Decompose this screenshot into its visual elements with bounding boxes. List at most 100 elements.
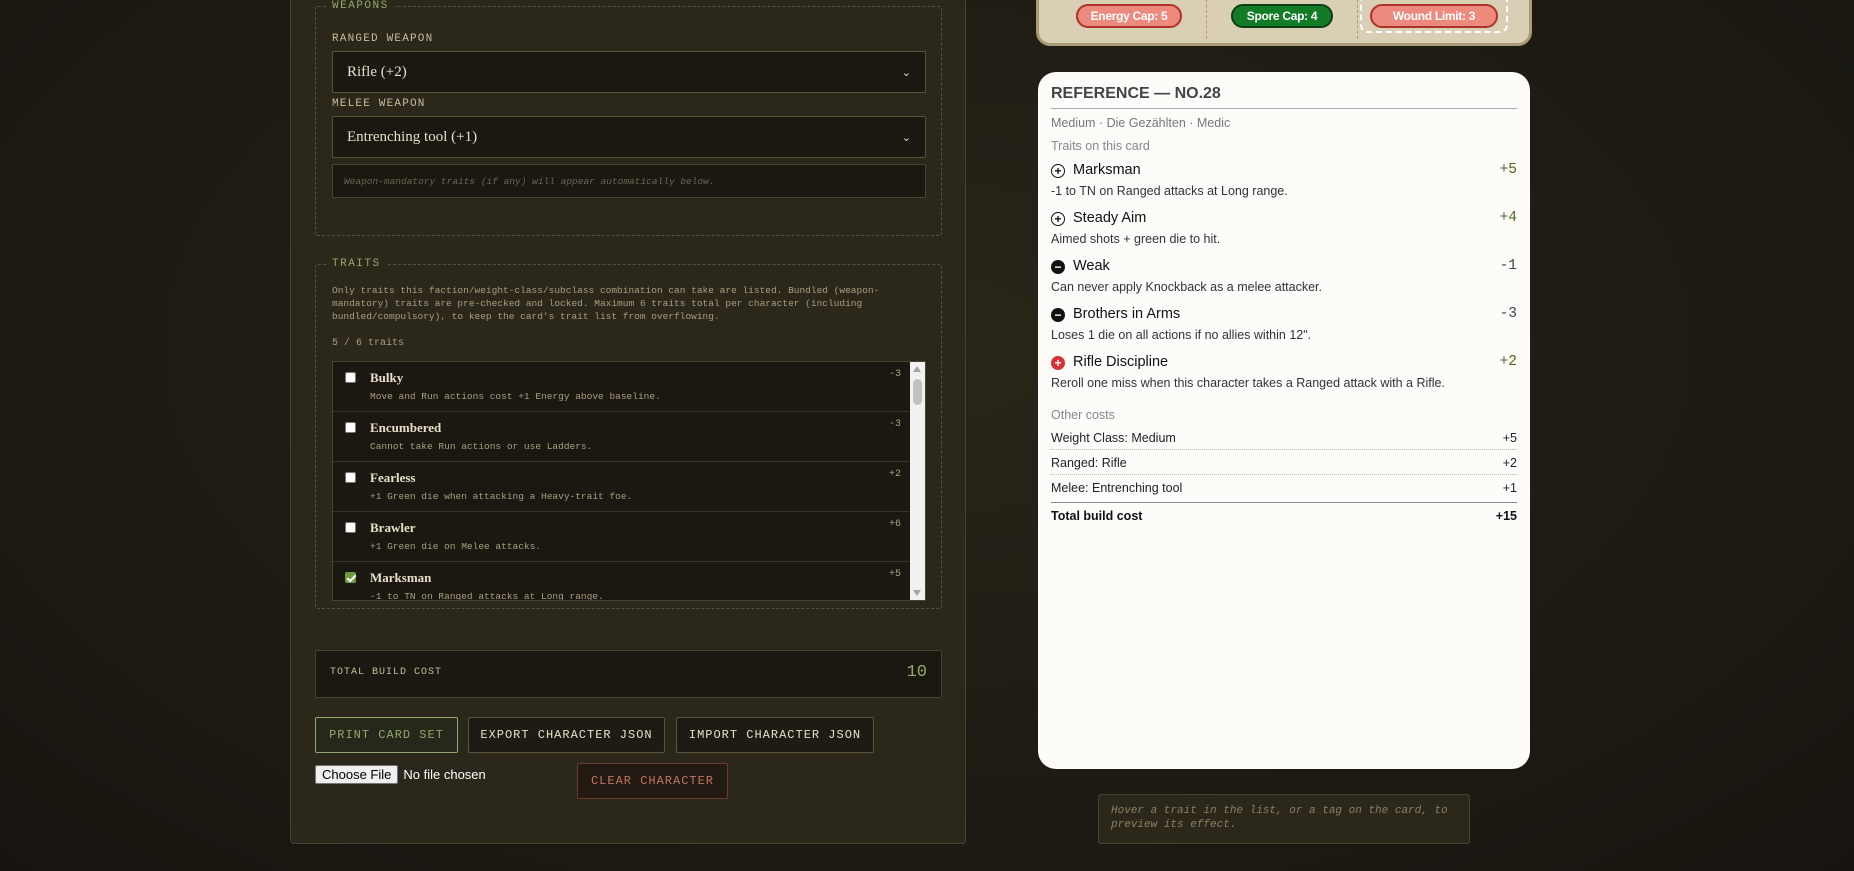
trait-name: Marksman: [370, 570, 432, 585]
ref-trait-name: Marksman: [1073, 162, 1141, 178]
weapons-legend: WEAPONS: [332, 0, 389, 12]
other-cost-value: +2: [1502, 456, 1517, 470]
ref-trait-cost: +4: [1499, 210, 1517, 226]
other-cost-row: Weight Class: Medium +5: [1051, 426, 1517, 450]
weapons-section: WEAPONS RANGED WEAPON Rifle (+2) ⌄ MELEE…: [315, 0, 942, 236]
other-cost-value: +5: [1502, 431, 1517, 445]
other-cost-value: +1: [1502, 481, 1517, 495]
total-build-cost: TOTAL BUILD COST 10: [315, 650, 942, 698]
scroll-up-icon[interactable]: [913, 366, 921, 372]
ref-trait-desc: Reroll one miss when this character take…: [1051, 376, 1445, 390]
ranged-weapon-label: RANGED WEAPON: [332, 33, 434, 45]
trait-item-brawler[interactable]: Brawler +1 Green die on Melee attacks. +…: [333, 512, 909, 562]
spore-cap-badge[interactable]: Spore Cap: 4: [1231, 4, 1333, 28]
wound-limit-badge[interactable]: Wound Limit: 3: [1370, 4, 1498, 28]
traits-description: Only traits this faction/weight-class/su…: [332, 285, 880, 322]
reference-card: REFERENCE — NO.28 Medium · Die Gezählten…: [1038, 72, 1530, 769]
print-card-set-button[interactable]: PRINT CARD SET: [315, 717, 458, 753]
plus-circle-icon: +: [1051, 164, 1065, 178]
ref-trait-name: Brothers in Arms: [1073, 306, 1181, 322]
other-cost-label: Ranged: Rifle: [1051, 456, 1127, 470]
ref-trait-cost: +5: [1499, 162, 1517, 178]
other-costs-heading: Other costs: [1051, 408, 1115, 422]
other-cost-label: Melee: Entrenching tool: [1051, 481, 1183, 495]
character-builder-panel: WEAPONS RANGED WEAPON Rifle (+2) ⌄ MELEE…: [290, 0, 966, 844]
reference-title: REFERENCE — NO.28: [1051, 85, 1517, 109]
ref-trait-desc: Can never apply Knockback as a melee att…: [1051, 280, 1322, 294]
trait-desc: Move and Run actions cost +1 Energy abov…: [370, 391, 661, 402]
divider: [1357, 0, 1358, 39]
trait-checkbox[interactable]: [345, 372, 356, 383]
red-plus-circle-icon: +: [1051, 356, 1065, 370]
trait-name: Brawler: [370, 520, 416, 535]
melee-weapon-label: MELEE WEAPON: [332, 98, 426, 110]
chevron-down-icon: ⌄: [901, 66, 911, 79]
trait-cost: -3: [888, 419, 901, 430]
trait-cost: +2: [888, 469, 901, 480]
divider: [1206, 0, 1207, 39]
trait-desc: Cannot take Run actions or use Ladders.: [370, 441, 593, 452]
trait-name: Encumbered: [370, 420, 442, 435]
total-build-cost-value: 10: [906, 663, 927, 682]
trait-checkbox[interactable]: [345, 522, 356, 533]
energy-cap-badge[interactable]: Energy Cap: 5: [1076, 4, 1182, 28]
ref-trait-name: Weak: [1073, 258, 1110, 274]
trait-checkbox[interactable]: [345, 422, 356, 433]
trait-name: Bulky: [370, 370, 404, 385]
import-json-button[interactable]: IMPORT CHARACTER JSON: [676, 717, 874, 753]
scroll-thumb[interactable]: [913, 379, 922, 405]
other-cost-label: Weight Class: Medium: [1051, 431, 1176, 445]
plus-circle-icon: +: [1051, 212, 1065, 226]
weapon-traits-hint: Weapon-mandatory traits (if any) will ap…: [332, 164, 926, 198]
ranged-weapon-select[interactable]: Rifle (+2) ⌄: [332, 51, 926, 93]
traits-heading: Traits on this card: [1051, 139, 1150, 153]
trait-desc: -1 to TN on Ranged attacks at Long range…: [370, 591, 604, 601]
reference-subtitle: Medium · Die Gezählten · Medic: [1051, 116, 1231, 130]
trait-item-fearless[interactable]: Fearless +1 Green die when attacking a H…: [333, 462, 909, 512]
scroll-down-icon[interactable]: [913, 590, 921, 596]
minus-circle-icon: −: [1051, 260, 1065, 274]
other-cost-row: Melee: Entrenching tool +1: [1051, 476, 1517, 500]
trait-item-bulky[interactable]: Bulky Move and Run actions cost +1 Energ…: [333, 362, 909, 412]
trait-desc: +1 Green die on Melee attacks.: [370, 541, 542, 552]
traits-legend: TRAITS: [332, 258, 381, 270]
reference-total-row: Total build cost +15: [1051, 502, 1517, 527]
ref-trait-desc: Loses 1 die on all actions if no allies …: [1051, 328, 1312, 342]
reference-total-value: +15: [1495, 509, 1517, 523]
ref-trait-name: Rifle Discipline: [1073, 354, 1169, 370]
traits-count: 5 / 6 traits: [332, 338, 405, 349]
trait-name: Fearless: [370, 470, 416, 485]
trait-checkbox-checked[interactable]: [345, 572, 356, 583]
trait-cost: +6: [888, 519, 901, 530]
choose-file-button[interactable]: Choose File: [315, 765, 399, 784]
ref-trait-cost: -1: [1499, 258, 1517, 274]
ranged-weapon-value: Rifle (+2): [347, 63, 407, 80]
traits-section: TRAITS Only traits this faction/weight-c…: [315, 258, 942, 609]
ref-trait-desc: -1 to TN on Ranged attacks at Long range…: [1051, 184, 1288, 198]
melee-weapon-value: Entrenching tool (+1): [347, 128, 478, 145]
clear-character-button[interactable]: CLEAR CHARACTER: [577, 763, 728, 799]
trait-checkbox[interactable]: [345, 472, 356, 483]
hover-preview-hint: Hover a trait in the list, or a tag on t…: [1098, 794, 1470, 844]
file-input[interactable]: Choose File No file chosen: [315, 765, 486, 784]
ref-trait-cost: -3: [1499, 306, 1517, 322]
trait-list-scrollbar[interactable]: [910, 362, 925, 600]
minus-circle-icon: −: [1051, 308, 1065, 322]
file-status: No file chosen: [403, 767, 486, 782]
ref-trait-desc: Aimed shots + green die to hit.: [1051, 232, 1221, 246]
reference-total-label: Total build cost: [1051, 509, 1143, 523]
trait-desc: +1 Green die when attacking a Heavy-trai…: [370, 491, 633, 502]
trait-list[interactable]: Bulky Move and Run actions cost +1 Energ…: [332, 361, 926, 601]
trait-cost: +5: [888, 569, 901, 580]
trait-cost: -3: [888, 369, 901, 380]
export-json-button[interactable]: EXPORT CHARACTER JSON: [468, 717, 665, 753]
trait-item-encumbered[interactable]: Encumbered Cannot take Run actions or us…: [333, 412, 909, 462]
ref-trait-name: Steady Aim: [1073, 210, 1147, 226]
melee-weapon-select[interactable]: Entrenching tool (+1) ⌄: [332, 116, 926, 158]
chevron-down-icon: ⌄: [901, 131, 911, 144]
trait-item-marksman[interactable]: Marksman -1 to TN on Ranged attacks at L…: [333, 562, 909, 601]
total-build-cost-label: TOTAL BUILD COST: [330, 667, 443, 678]
character-card-front: Energy Cap: 5 Spore Cap: 4 Wound Limit: …: [1036, 0, 1532, 46]
other-cost-row: Ranged: Rifle +2: [1051, 451, 1517, 475]
ref-trait-cost: +2: [1499, 354, 1517, 370]
